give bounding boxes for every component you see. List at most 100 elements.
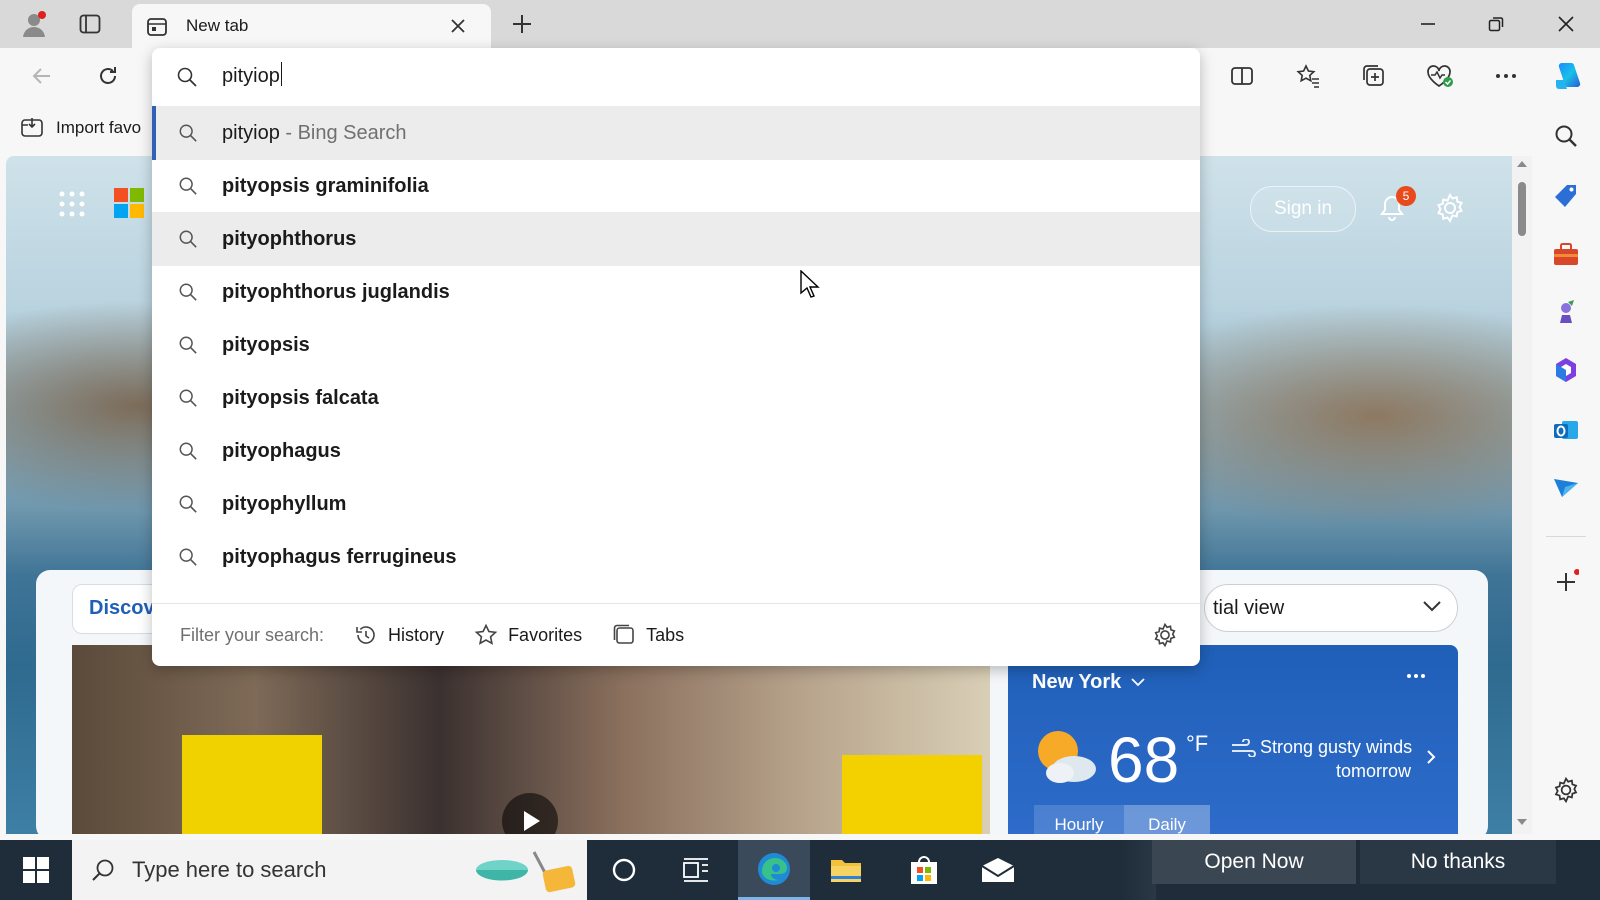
suggestion-item[interactable]: pityophagus	[152, 424, 1200, 478]
play-button[interactable]	[502, 793, 558, 834]
weather-card[interactable]: New York 68 °F Strong gusty winds tomorr…	[1008, 645, 1458, 834]
search-settings-button[interactable]	[1152, 622, 1178, 648]
weather-tab-hourly[interactable]: Hourly	[1034, 805, 1124, 834]
weather-city-selector[interactable]: New York	[1032, 671, 1145, 694]
arrow-left-icon	[32, 68, 50, 84]
window-close-button[interactable]	[1532, 0, 1600, 48]
browser-essentials-button[interactable]	[1420, 56, 1460, 96]
open-now-button[interactable]: Open Now	[1152, 840, 1356, 884]
scroll-down-icon[interactable]	[1516, 818, 1528, 826]
page-settings-button[interactable]	[1428, 186, 1472, 230]
suggestion-text: pityiop - Bing Search	[222, 121, 407, 144]
new-tab-button[interactable]	[502, 6, 542, 42]
back-button[interactable]	[22, 56, 62, 96]
taskbar-search-box[interactable]: Type here to search	[72, 840, 587, 900]
more-icon	[1496, 74, 1516, 78]
refresh-button[interactable]	[88, 56, 128, 96]
address-bar-input[interactable]: pityiop	[222, 62, 282, 88]
tab-actions-button[interactable]	[70, 6, 110, 42]
scrollbar-thumb[interactable]	[1518, 182, 1526, 236]
toolbox-icon	[1554, 243, 1578, 265]
edge-icon	[758, 852, 790, 885]
search-icon	[179, 442, 197, 460]
send-icon	[1554, 479, 1578, 497]
no-thanks-button[interactable]: No thanks	[1360, 840, 1556, 884]
split-screen-button[interactable]	[1222, 56, 1262, 96]
scroll-up-icon[interactable]	[1516, 160, 1528, 168]
notifications-button[interactable]: 5	[1370, 186, 1416, 230]
start-button[interactable]	[0, 840, 72, 900]
sidebar-games-button[interactable]	[1546, 292, 1586, 332]
weather-tab-daily[interactable]: Daily	[1124, 805, 1210, 834]
suggestion-item[interactable]: pityophthorus	[152, 212, 1200, 266]
suggestion-item[interactable]: pityophyllum	[152, 477, 1200, 531]
play-icon	[524, 811, 540, 831]
search-icon	[1555, 125, 1577, 147]
m365-icon	[1556, 358, 1576, 382]
taskbar-search-placeholder: Type here to search	[132, 857, 327, 882]
page-scrollbar[interactable]	[1512, 156, 1532, 834]
sidebar-settings-button[interactable]	[1546, 770, 1586, 810]
taskbar-mail-button[interactable]	[962, 840, 1034, 900]
favorites-button[interactable]	[1288, 56, 1328, 96]
weather-tab-label: Daily	[1148, 815, 1186, 834]
filter-favorites-button[interactable]: Favorites	[474, 623, 582, 647]
task-view-button[interactable]	[660, 840, 732, 900]
weather-more-button[interactable]	[1406, 673, 1426, 679]
taskbar-store-button[interactable]	[888, 840, 960, 900]
sidebar-drop-button[interactable]	[1546, 468, 1586, 508]
chess-piece-icon	[1560, 300, 1574, 323]
suggestion-item[interactable]: pityiop - Bing Search	[152, 106, 1200, 160]
sign-in-button[interactable]: Sign in	[1250, 186, 1356, 232]
suggestion-text: pityophyllum	[222, 492, 347, 515]
suggestion-item[interactable]: pityopsis	[152, 318, 1200, 372]
app-launcher-button[interactable]	[54, 186, 90, 222]
restore-button[interactable]	[1462, 0, 1530, 48]
sidebar-microsoft365-button[interactable]	[1546, 350, 1586, 390]
weather-alert-line2: tomorrow	[1336, 761, 1412, 781]
suggestion-item[interactable]: pityopsis graminifolia	[152, 159, 1200, 213]
sidebar-add-button[interactable]	[1546, 562, 1586, 602]
import-favorites-button[interactable]: Import favo	[20, 116, 141, 140]
profile-avatar-button[interactable]	[14, 6, 54, 42]
taskbar-edge-button[interactable]	[738, 840, 810, 900]
protest-sign	[842, 755, 982, 834]
news-video-thumbnail[interactable]	[72, 645, 990, 834]
outlook-icon	[1554, 421, 1578, 439]
sidebar-outlook-button[interactable]	[1546, 410, 1586, 450]
collections-button[interactable]	[1354, 56, 1394, 96]
search-icon	[179, 495, 197, 513]
microsoft-logo	[114, 188, 144, 218]
search-icon	[179, 124, 197, 142]
plus-icon	[513, 15, 531, 33]
tab-new-tab[interactable]: New tab	[132, 4, 491, 48]
plus-icon	[1557, 569, 1579, 591]
split-screen-icon	[1231, 67, 1253, 85]
suggestion-item[interactable]: pityopsis falcata	[152, 371, 1200, 425]
settings-more-button[interactable]	[1486, 56, 1526, 96]
sidebar-search-button[interactable]	[1546, 116, 1586, 156]
task-view-icon	[683, 858, 708, 882]
open-now-label: Open Now	[1204, 850, 1304, 873]
close-icon	[1558, 16, 1574, 32]
star-icon	[474, 623, 498, 645]
taskbar-file-explorer-button[interactable]	[810, 840, 882, 900]
cortana-button[interactable]	[588, 840, 660, 900]
suggestion-item[interactable]: pityophthorus juglandis	[152, 265, 1200, 319]
copilot-button[interactable]	[1548, 56, 1588, 96]
suggestion-item[interactable]: pityophagus ferrugineus	[152, 530, 1200, 584]
minimize-button[interactable]	[1394, 0, 1462, 48]
star-list-icon	[1296, 64, 1319, 88]
filter-label-favorites: Favorites	[508, 624, 583, 645]
address-bar-value: pityiop	[222, 65, 280, 87]
discover-tab-label: Discov	[89, 597, 155, 619]
sidebar-shopping-button[interactable]	[1546, 176, 1586, 216]
tab-close-button[interactable]	[444, 12, 472, 40]
search-filter-row: Filter your search: History Favorites Ta…	[152, 603, 1200, 666]
filter-history-button[interactable]: History	[354, 623, 444, 647]
chevron-down-icon	[1131, 678, 1145, 687]
search-icon	[179, 389, 197, 407]
filter-tabs-button[interactable]: Tabs	[612, 623, 684, 647]
sidebar-tools-button[interactable]	[1546, 234, 1586, 274]
layout-select[interactable]: tial view	[1204, 584, 1458, 632]
